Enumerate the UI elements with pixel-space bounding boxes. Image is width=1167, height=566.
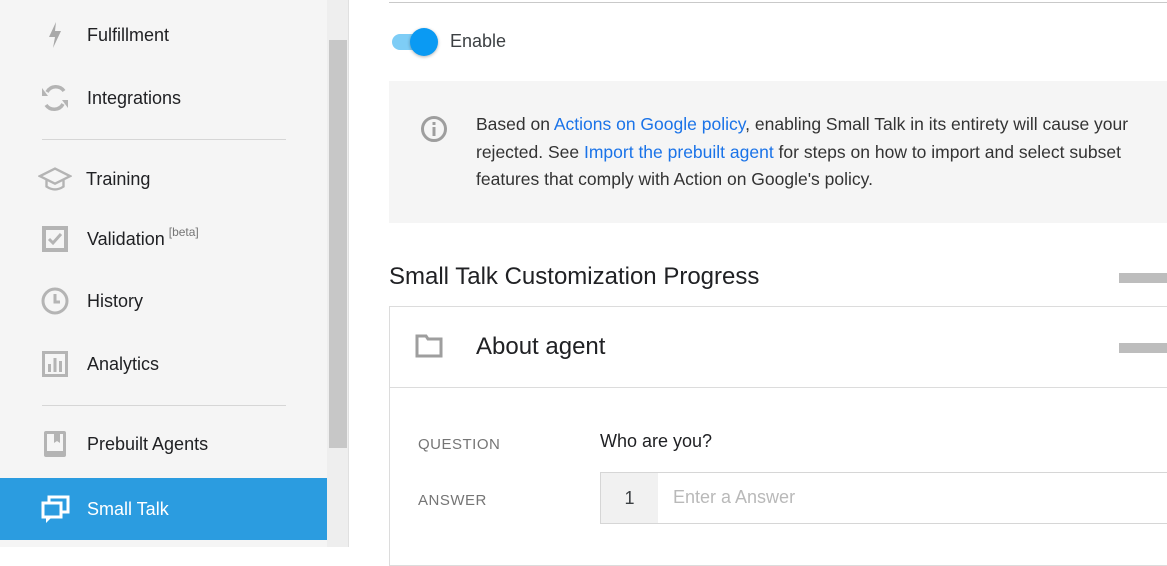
sidebar-item-label: Training xyxy=(86,168,151,189)
sidebar-item-fulfillment[interactable]: Fulfillment xyxy=(0,4,327,66)
info-text-segment: features that comply with Action on Goog… xyxy=(476,169,873,189)
info-icon xyxy=(420,115,448,143)
chat-bubbles-icon xyxy=(38,492,72,526)
sidebar-item-label: Fulfillment xyxy=(87,24,170,45)
sidebar-item-label: Small Talk xyxy=(87,498,169,519)
card-divider xyxy=(389,387,1167,388)
sidebar-item-analytics[interactable]: Analytics xyxy=(0,333,327,395)
sidebar-item-small-talk[interactable]: Small Talk xyxy=(0,478,327,540)
answer-label: ANSWER xyxy=(418,492,487,509)
clock-icon xyxy=(38,284,72,318)
toggle-knob xyxy=(410,28,438,56)
info-text-segment: Based on xyxy=(476,114,554,134)
info-text-segment: for steps on how to import and select su… xyxy=(773,141,1121,162)
sidebar-item-label: Analytics xyxy=(87,353,160,374)
sidebar-divider xyxy=(42,405,286,406)
sidebar-item-label: Validation [beta] xyxy=(87,225,199,250)
graduation-cap-icon xyxy=(38,162,72,196)
sidebar-item-prebuilt-agents[interactable]: Prebuilt Agents xyxy=(0,413,327,475)
top-divider xyxy=(389,0,1167,3)
sidebar: Fulfillment Integrations Training Valida… xyxy=(0,0,327,547)
validation-label-text: Validation xyxy=(87,228,165,249)
info-banner: Based on Actions on Google policy, enabl… xyxy=(389,81,1167,223)
actions-policy-link[interactable]: Actions on Google policy xyxy=(554,114,745,134)
bar-chart-icon xyxy=(38,347,72,381)
sidebar-item-history[interactable]: History xyxy=(0,270,327,332)
info-text-segment: rejected. See xyxy=(476,141,584,162)
sidebar-item-validation[interactable]: Validation [beta] xyxy=(0,208,327,270)
main-content: Enable Based on Actions on Google policy… xyxy=(349,0,1167,566)
beta-badge: [beta] xyxy=(168,224,199,239)
info-text: Based on Actions on Google policy, enabl… xyxy=(476,111,1167,194)
enable-label: Enable xyxy=(450,31,507,51)
sidebar-item-integrations[interactable]: Integrations xyxy=(0,67,327,129)
enable-toggle[interactable] xyxy=(390,28,438,56)
sidebar-divider xyxy=(42,139,286,140)
sync-icon xyxy=(38,81,72,115)
answer-index: 1 xyxy=(601,473,658,523)
sidebar-item-label: History xyxy=(87,290,144,311)
scrollbar-thumb[interactable] xyxy=(329,40,347,448)
question-text: Who are you? xyxy=(600,431,713,451)
folder-icon xyxy=(415,333,443,359)
customization-progress-bar xyxy=(1119,273,1167,283)
book-icon xyxy=(38,427,72,461)
import-prebuilt-agent-link[interactable]: Import the prebuilt agent xyxy=(584,142,774,162)
checkbox-icon xyxy=(38,222,72,256)
sidebar-item-training[interactable]: Training xyxy=(0,148,327,210)
sidebar-item-label: Prebuilt Agents xyxy=(87,433,209,454)
answer-input[interactable] xyxy=(671,478,1155,516)
bolt-icon xyxy=(38,18,72,52)
card-title[interactable]: About agent xyxy=(476,333,605,361)
question-label: QUESTION xyxy=(418,436,501,453)
section-title: Small Talk Customization Progress xyxy=(389,263,760,290)
topic-progress-bar xyxy=(1119,343,1167,353)
sidebar-item-label: Integrations xyxy=(87,87,182,108)
info-text-segment: , enabling Small Talk in its entirety wi… xyxy=(745,114,1129,134)
